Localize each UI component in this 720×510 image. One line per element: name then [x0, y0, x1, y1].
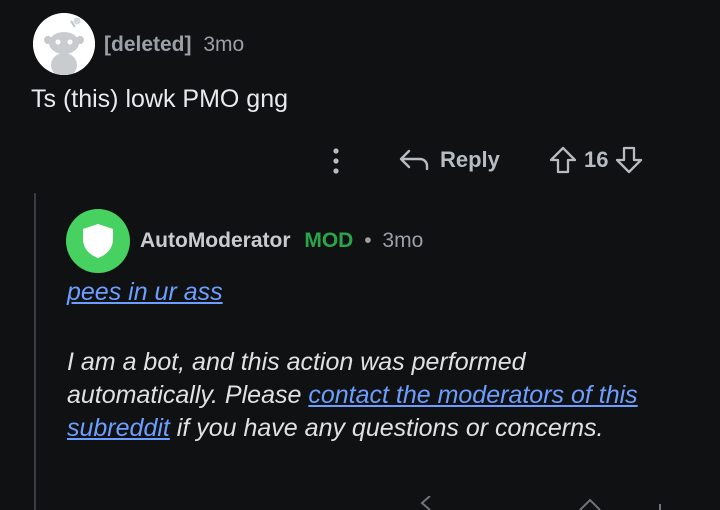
reply-actions-partial — [0, 496, 720, 510]
more-options-icon[interactable] — [326, 146, 346, 176]
upvote-icon[interactable] — [548, 145, 578, 175]
reply-time: 3mo — [382, 229, 424, 252]
reply-link[interactable]: pees in ur ass — [67, 278, 223, 306]
vote-score: 16 — [584, 147, 609, 172]
reply-label: Reply — [440, 147, 500, 172]
comment-actions: Reply 16 — [0, 140, 720, 180]
downvote-icon[interactable] — [614, 145, 644, 175]
mod-badge: MOD — [304, 229, 354, 252]
comment-meta: [deleted] 3mo — [104, 33, 244, 57]
comment-author[interactable]: [deleted] — [104, 33, 192, 56]
reply-meta: AutoModerator MOD • 3mo — [140, 229, 423, 253]
automod-avatar[interactable] — [66, 209, 130, 273]
reply-link-line: pees in ur ass — [67, 278, 223, 307]
reply-arrow-icon — [399, 149, 429, 171]
shield-icon — [83, 224, 113, 258]
reply-author[interactable]: AutoModerator — [140, 229, 291, 252]
reply-button[interactable]: Reply — [398, 142, 500, 178]
vote-controls: 16 — [548, 142, 644, 178]
bot-text-end: if you have any questions or concerns. — [169, 414, 604, 442]
snoo-avatar-icon[interactable] — [33, 13, 95, 75]
comment-time: 3mo — [203, 33, 245, 56]
meta-separator: • — [364, 229, 372, 252]
thread-line[interactable] — [34, 193, 36, 510]
comment-body: Ts (this) lowk PMO gng — [31, 85, 289, 113]
bot-disclaimer: I am a bot, and this action was performe… — [67, 346, 677, 445]
